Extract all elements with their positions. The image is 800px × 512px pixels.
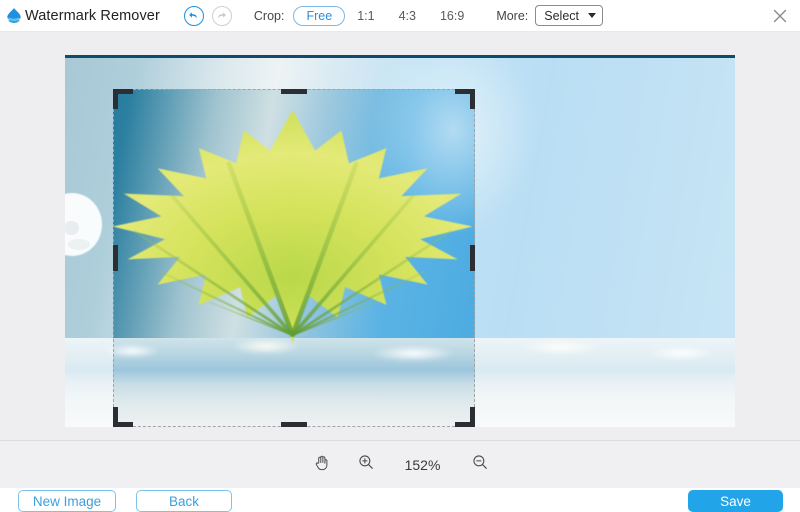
crop-selection[interactable] (113, 89, 475, 427)
crop-ratio-4-3[interactable]: 4:3 (387, 9, 428, 23)
image-preview[interactable] (65, 55, 735, 427)
back-button[interactable]: Back (136, 490, 232, 512)
zoom-in-button[interactable] (357, 453, 375, 476)
top-toolbar: Watermark Remover Crop: Free 1:1 4:3 16:… (0, 0, 800, 32)
zoom-out-button[interactable] (471, 453, 489, 476)
crop-ratio-1-1[interactable]: 1:1 (345, 9, 386, 23)
redo-arrow-icon (215, 9, 228, 22)
crop-handle-top-left-v[interactable] (113, 89, 118, 109)
crop-ratio-group: Free 1:1 4:3 16:9 (293, 6, 476, 26)
more-label: More: (496, 9, 528, 23)
crop-handle-top-right-v[interactable] (470, 89, 475, 109)
crop-handle-middle-right[interactable] (470, 245, 475, 271)
more-select-dropdown[interactable]: Select (535, 5, 603, 26)
new-image-button[interactable]: New Image (18, 490, 116, 512)
close-button[interactable] (768, 4, 792, 28)
crop-ratio-free[interactable]: Free (293, 6, 345, 26)
crop-dim-right (475, 55, 735, 427)
editor-canvas[interactable] (0, 32, 800, 440)
crop-label: Crop: (254, 9, 285, 23)
save-button[interactable]: Save (688, 490, 783, 512)
crop-handle-bottom-left-v[interactable] (113, 407, 118, 427)
hand-tool-icon (312, 453, 331, 472)
redo-button[interactable] (212, 6, 232, 26)
zoom-out-icon (471, 453, 489, 471)
app-brand: Watermark Remover (4, 6, 160, 26)
undo-arrow-icon (187, 9, 200, 22)
zoom-in-icon (357, 453, 375, 471)
zoom-level-value: 152% (401, 457, 445, 473)
zoom-toolbar: 152% (0, 440, 800, 488)
crop-dim-top (113, 55, 475, 89)
photo-top-edge (65, 55, 735, 58)
water-drop-icon (4, 6, 24, 26)
crop-handle-bottom-center[interactable] (281, 422, 307, 427)
app-title: Watermark Remover (25, 8, 160, 24)
chevron-down-icon (588, 13, 596, 18)
crop-ratio-16-9[interactable]: 16:9 (428, 9, 476, 23)
undo-button[interactable] (184, 6, 204, 26)
crop-handle-top-center[interactable] (281, 89, 307, 94)
bottom-action-bar: New Image Back Save (0, 488, 800, 511)
crop-handle-middle-left[interactable] (113, 245, 118, 271)
hand-tool-button[interactable] (312, 453, 331, 477)
crop-handle-bottom-right-v[interactable] (470, 407, 475, 427)
crop-dim-left (65, 55, 113, 427)
more-select-value: Select (544, 9, 579, 23)
watermark-remover-window: Watermark Remover Crop: Free 1:1 4:3 16:… (0, 0, 800, 511)
history-buttons (184, 6, 232, 26)
close-icon (770, 6, 790, 26)
